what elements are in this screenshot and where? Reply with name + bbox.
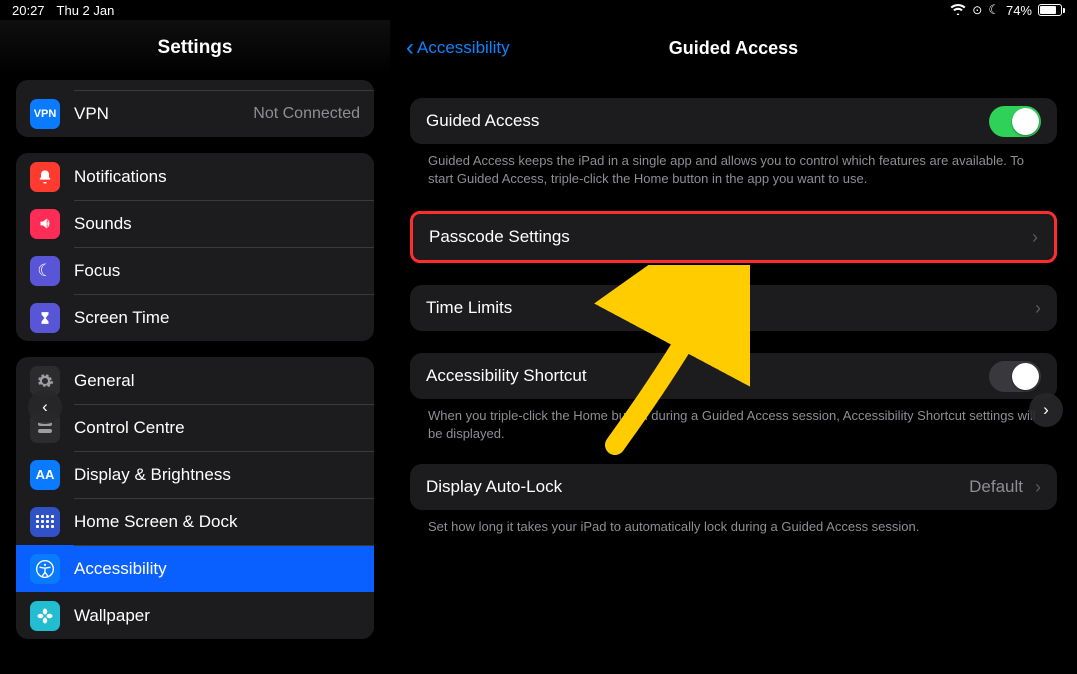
moon-icon: ☾ [988,2,1000,18]
vpn-status: Not Connected [253,105,360,123]
sidebar-item-display-brightness[interactable]: AA Display & Brightness [16,451,374,498]
sidebar-item-control-centre[interactable]: Control Centre [16,404,374,451]
sidebar-item-label: General [74,371,360,391]
highlighted-passcode-row: Passcode Settings › [410,211,1057,263]
section-footer: Set how long it takes your iPad to autom… [410,510,1057,536]
chevron-right-icon: › [1032,227,1038,248]
aa-icon: AA [30,460,60,490]
float-nav-next[interactable]: › [1029,393,1063,427]
back-button[interactable]: ‹ Accessibility [406,36,510,60]
vpn-icon: VPN [30,99,60,129]
sidebar-item-label: Screen Time [74,308,360,328]
page-title: Guided Access [669,38,798,59]
chevron-left-icon: ‹ [406,36,414,60]
sidebar-item-accessibility[interactable]: Accessibility [16,545,374,592]
row-display-auto-lock[interactable]: Display Auto-Lock Default › [410,464,1057,510]
chevron-right-icon: › [1043,400,1049,420]
sidebar-item-sounds[interactable]: Sounds [16,200,374,247]
orientation-lock-icon: ⊙ [972,3,982,17]
chevron-right-icon: › [1035,298,1041,319]
sidebar-item-focus[interactable]: ☾ Focus [16,247,374,294]
sidebar-item-label: Accessibility [74,559,360,579]
sidebar-item-label: Focus [74,261,360,281]
sidebar-item-general[interactable]: General [16,357,374,404]
status-date: Thu 2 Jan [57,3,115,18]
chevron-left-icon: ‹ [42,397,48,417]
sidebar-item-label: Display & Brightness [74,465,360,485]
sidebar-item-label: Sounds [74,214,360,234]
row-label: Accessibility Shortcut [426,366,977,386]
detail-header: ‹ Accessibility Guided Access [390,20,1077,76]
accessibility-icon [30,554,60,584]
sidebar-title: Settings [158,37,233,59]
settings-sidebar: Settings VPN VPN Not Connected Notificat… [0,20,390,674]
accessibility-shortcut-switch[interactable] [989,361,1041,392]
app-grid-icon [30,507,60,537]
row-label: Time Limits [426,298,1023,318]
sidebar-item-vpn[interactable]: VPN VPN Not Connected [16,90,374,137]
row-label: Display Auto-Lock [426,477,957,497]
chevron-right-icon: › [1035,477,1041,498]
float-nav-prev[interactable]: ‹ [28,390,62,424]
row-label: Guided Access [426,111,977,131]
sidebar-item-notifications[interactable]: Notifications [16,153,374,200]
row-time-limits[interactable]: Time Limits › [410,285,1057,331]
status-time: 20:27 [12,3,45,18]
row-accessibility-shortcut[interactable]: Accessibility Shortcut [410,353,1057,399]
sidebar-item-label: Control Centre [74,418,360,438]
sidebar-item-label: Home Screen & Dock [74,512,360,532]
sidebar-item-label: VPN [74,104,239,124]
sidebar-item-label: Notifications [74,167,360,187]
guided-access-switch[interactable] [989,106,1041,137]
sidebar-item-home-screen[interactable]: Home Screen & Dock [16,498,374,545]
battery-percent: 74% [1006,3,1032,18]
sidebar-item-screen-time[interactable]: Screen Time [16,294,374,341]
flower-icon [30,601,60,631]
speaker-icon [30,209,60,239]
row-guided-access-toggle[interactable]: Guided Access [410,98,1057,144]
section-footer: When you triple-click the Home button du… [410,399,1057,442]
sidebar-header: Settings [0,20,390,76]
moon-icon: ☾ [30,256,60,286]
detail-pane: ‹ Accessibility Guided Access Guided Acc… [390,20,1077,674]
wifi-icon [950,3,966,18]
hourglass-icon [30,303,60,333]
battery-icon [1038,4,1065,16]
section-footer: Guided Access keeps the iPad in a single… [410,144,1057,187]
status-bar: 20:27 Thu 2 Jan ⊙ ☾ 74% [0,0,1077,20]
row-passcode-settings[interactable]: Passcode Settings › [413,214,1054,260]
sidebar-item-wallpaper[interactable]: Wallpaper [16,592,374,639]
bell-icon [30,162,60,192]
sidebar-item-label: Wallpaper [74,606,360,626]
auto-lock-value: Default [969,477,1023,497]
row-label: Passcode Settings [429,227,1020,247]
back-label: Accessibility [417,38,510,58]
